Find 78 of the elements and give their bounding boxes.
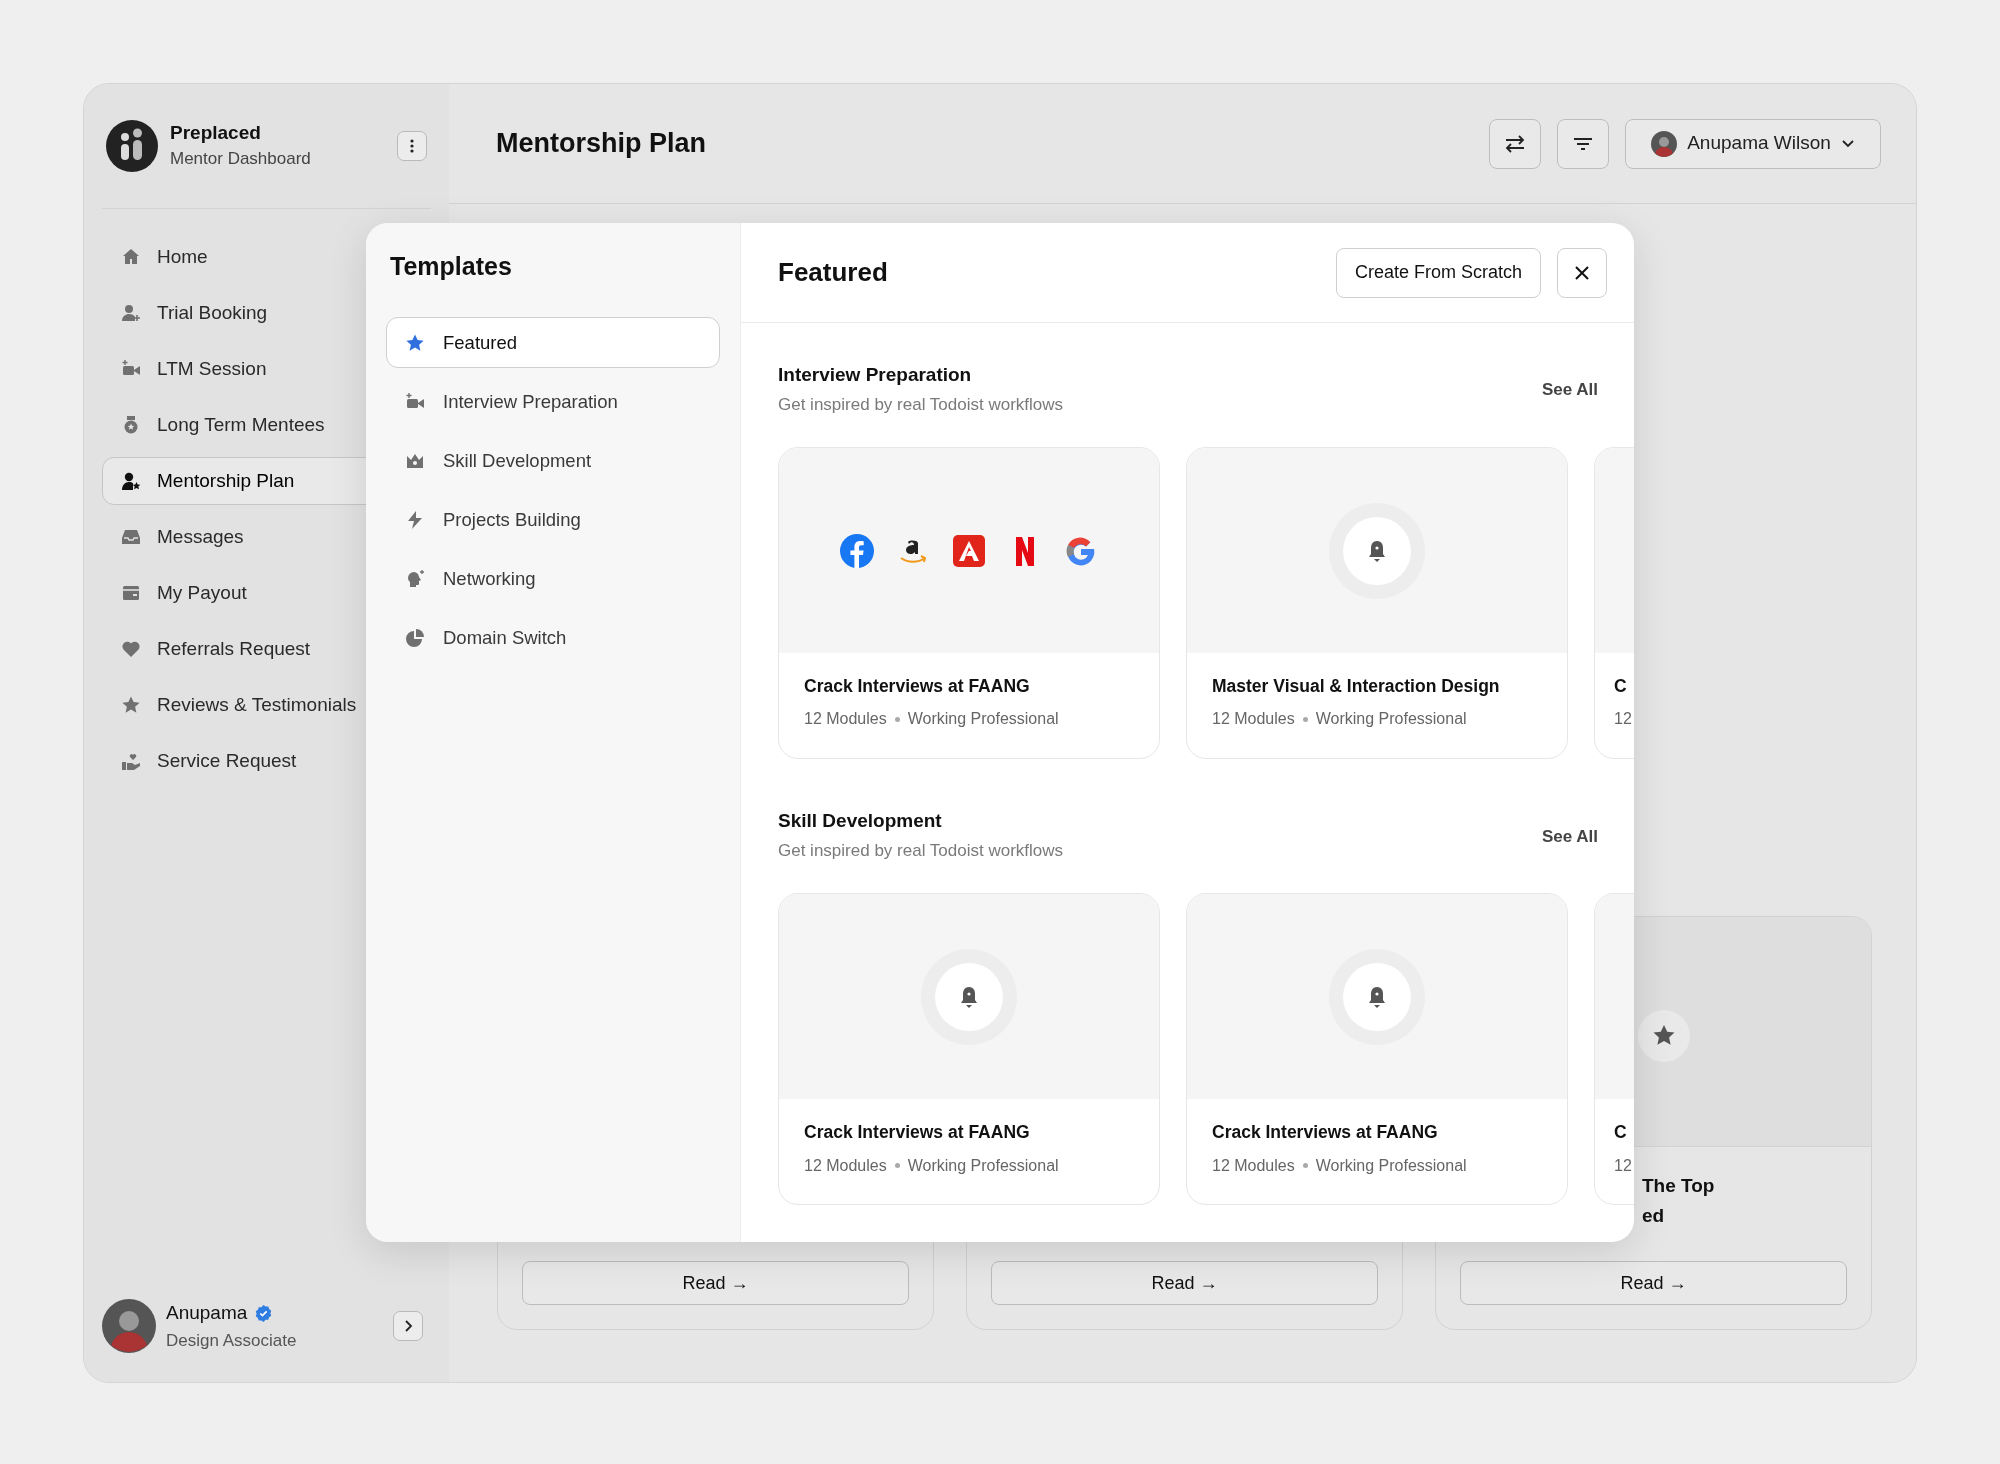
section-title: Skill Development bbox=[778, 809, 943, 834]
chevron-right-icon bbox=[403, 1320, 413, 1332]
logo-icon bbox=[106, 120, 158, 172]
section-subtitle: Get inspired by real Todoist workflows bbox=[778, 839, 1064, 862]
kebab-icon bbox=[410, 139, 414, 153]
template-card[interactable]: Master Visual & Interaction Design 12 Modules Working Professional bbox=[1186, 447, 1568, 760]
nav-item[interactable]: Service Request bbox=[102, 737, 431, 785]
section-subtitle: Get inspired by real Todoist workflows bbox=[778, 393, 1064, 416]
close-icon bbox=[1574, 264, 1590, 281]
card-title: ed bbox=[1642, 1204, 1666, 1228]
template-card[interactable]: Crack Interviews at FAANG 12 Modules Working Professional bbox=[1186, 893, 1568, 1206]
user-role: Design Associate bbox=[166, 1329, 298, 1352]
read-button[interactable]: Read → bbox=[522, 1261, 909, 1305]
swap-button[interactable] bbox=[1489, 118, 1541, 169]
create-button[interactable]: Create From Scratch bbox=[1335, 247, 1541, 298]
filter-icon bbox=[1573, 135, 1593, 152]
separator-dot bbox=[1302, 1163, 1308, 1169]
card-title: C bbox=[1614, 675, 1628, 699]
head-sparkle-icon bbox=[405, 568, 425, 589]
separator-dot bbox=[894, 716, 900, 722]
template-card[interactable]: C 12 bbox=[1594, 893, 1634, 1206]
avatar bbox=[1651, 130, 1678, 157]
module-count: 12 bbox=[1614, 709, 1632, 730]
module-count: 12 Modules bbox=[804, 1155, 887, 1176]
category-item[interactable]: Featured bbox=[386, 317, 720, 368]
audience-label: Working Professional bbox=[1315, 1155, 1467, 1176]
card-title: Crack Interviews at FAANG bbox=[1212, 1121, 1439, 1145]
card-title: C bbox=[1614, 1121, 1628, 1145]
template-card[interactable]: C 12 bbox=[1594, 447, 1634, 760]
heart-icon bbox=[121, 639, 141, 659]
expand-button[interactable] bbox=[393, 1311, 423, 1341]
user-menu[interactable]: Anupama Wilson bbox=[1625, 118, 1881, 169]
page-title: Mentorship Plan bbox=[496, 127, 706, 160]
module-count: 12 Modules bbox=[1212, 709, 1295, 730]
wallet-icon bbox=[121, 583, 141, 603]
template-card[interactable]: Crack Interviews at FAANG 12 Modules Working Professional bbox=[778, 893, 1160, 1206]
panel-title: Templates bbox=[390, 251, 513, 281]
bell-icon bbox=[1367, 539, 1387, 562]
bell-icon bbox=[959, 985, 979, 1008]
brand-name: Preplaced bbox=[170, 120, 262, 145]
see-all-link[interactable]: See All bbox=[1541, 377, 1598, 403]
filter-button[interactable] bbox=[1557, 118, 1609, 169]
chevron-down-icon bbox=[1840, 138, 1855, 149]
close-button[interactable] bbox=[1557, 247, 1607, 298]
nav-item[interactable]: Reviews & Testimonials bbox=[102, 681, 431, 729]
lightning-icon bbox=[405, 509, 425, 530]
bell-icon bbox=[1367, 985, 1387, 1008]
star-icon bbox=[121, 695, 141, 715]
see-all-link[interactable]: See All bbox=[1541, 823, 1598, 850]
avatar bbox=[102, 1299, 156, 1353]
separator-dot bbox=[894, 1163, 900, 1169]
read-button[interactable]: Read → bbox=[1460, 1261, 1847, 1305]
inbox-icon bbox=[121, 527, 141, 547]
module-count: 12 Modules bbox=[1212, 1155, 1295, 1176]
home-icon bbox=[121, 247, 141, 267]
module-count: 12 Modules bbox=[804, 709, 887, 730]
section-title: Interview Preparation bbox=[778, 363, 973, 387]
user-name: Anupama bbox=[166, 1301, 248, 1325]
read-button[interactable]: Read → bbox=[991, 1261, 1378, 1305]
audience-label: Working Professional bbox=[1315, 709, 1467, 730]
card-title: Crack Interviews at FAANG bbox=[804, 675, 1031, 699]
audience-label: Working Professional bbox=[907, 1155, 1059, 1176]
brand-subtitle: Mentor Dashboard bbox=[170, 147, 312, 170]
card-title: The Top bbox=[1642, 1174, 1716, 1198]
logo-icon bbox=[951, 532, 987, 569]
audience-label: Working Professional bbox=[907, 709, 1059, 730]
swap-icon bbox=[1504, 133, 1526, 154]
separator-dot bbox=[1302, 716, 1308, 722]
card-title: Master Visual & Interaction Design bbox=[1212, 675, 1501, 699]
hand-heart-icon bbox=[121, 751, 141, 771]
pie-chart-icon bbox=[405, 627, 425, 648]
logo-icon bbox=[839, 532, 875, 569]
user-star-icon bbox=[121, 471, 141, 491]
module-count: 12 bbox=[1614, 1155, 1632, 1176]
card-title: Crack Interviews at FAANG bbox=[804, 1121, 1031, 1145]
template-card[interactable]: Crack Interviews at FAANG 12 Modules Working Professional bbox=[778, 447, 1160, 760]
section-heading: Featured bbox=[778, 256, 888, 289]
user-plus-icon bbox=[121, 303, 141, 323]
